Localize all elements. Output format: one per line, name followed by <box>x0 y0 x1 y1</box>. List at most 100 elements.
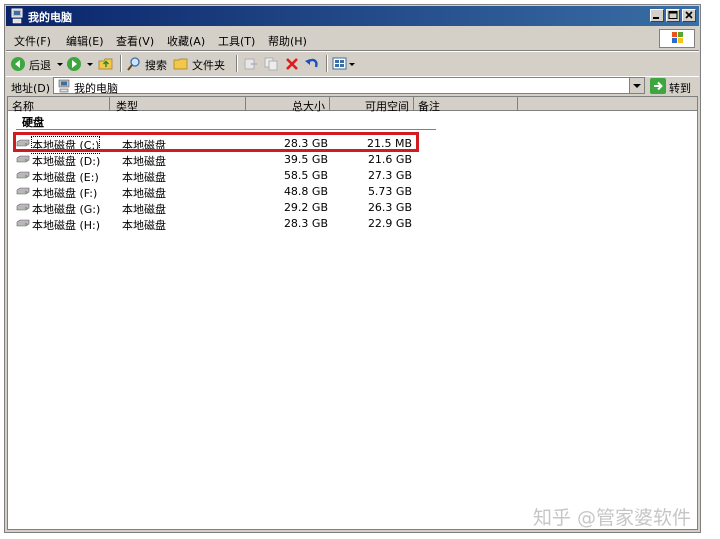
column-header-type[interactable]: 类型 <box>110 97 246 113</box>
move-to-icon[interactable] <box>243 56 259 72</box>
close-button[interactable] <box>682 9 696 22</box>
undo-icon[interactable] <box>304 56 320 72</box>
menu-view[interactable]: 查看(V) <box>116 33 154 49</box>
drive-type: 本地磁盘 <box>122 171 166 184</box>
hard-drive-icon <box>16 219 30 227</box>
column-header-name[interactable]: 名称 <box>8 97 110 113</box>
toolbar: 后退 搜索 文件夹 <box>6 51 699 77</box>
hard-drive-icon <box>16 155 30 163</box>
address-value: 我的电脑 <box>74 82 118 95</box>
window-title: 我的电脑 <box>28 11 72 24</box>
drive-total-size: 29.2 GB <box>283 201 328 214</box>
hard-drive-icon <box>16 171 30 179</box>
drive-type: 本地磁盘 <box>122 203 166 216</box>
column-name-label: 名称 <box>12 100 34 113</box>
folders-label: 文件夹 <box>192 59 225 72</box>
column-type-label: 类型 <box>116 100 138 113</box>
folders-icon <box>173 58 188 70</box>
back-dropdown-icon[interactable] <box>56 56 64 72</box>
delete-icon[interactable] <box>284 56 300 72</box>
hard-drive-icon <box>16 139 30 147</box>
copy-to-icon[interactable] <box>263 56 279 72</box>
windows-flag-icon <box>672 32 683 43</box>
menu-bar: 文件(F) 编辑(E) 查看(V) 收藏(A) 工具(T) 帮助(H) <box>6 28 699 51</box>
title-bar[interactable]: 我的电脑 <box>6 6 699 26</box>
forward-button[interactable] <box>66 56 86 72</box>
back-label: 后退 <box>29 59 51 72</box>
drive-type: 本地磁盘 <box>122 155 166 168</box>
table-row[interactable]: 本地磁盘 (E:) 本地磁盘 58.5 GB 27.3 GB <box>12 168 432 184</box>
search-icon <box>127 57 140 71</box>
drive-name: 本地磁盘 (G:) <box>32 203 101 216</box>
column-total-label: 总大小 <box>292 100 325 113</box>
hard-drive-icon <box>16 187 30 195</box>
drive-type: 本地磁盘 <box>122 187 166 200</box>
explorer-window: 我的电脑 文件(F) 编辑(E) 查看(V) 收藏(A) 工具(T) 帮助(H) <box>4 4 701 533</box>
close-icon <box>685 11 693 19</box>
minimize-icon <box>653 17 659 19</box>
go-label: 转到 <box>669 82 691 95</box>
drive-name: 本地磁盘 (D:) <box>32 155 101 168</box>
go-arrow-icon <box>650 78 666 94</box>
address-label: 地址(D) <box>11 82 51 95</box>
folders-button[interactable]: 文件夹 <box>173 56 231 72</box>
menu-tools[interactable]: 工具(T) <box>218 33 255 49</box>
drive-free-space: 21.6 GB <box>367 153 412 166</box>
search-label: 搜索 <box>145 59 167 72</box>
hard-drive-icon <box>16 203 30 211</box>
table-row[interactable]: 本地磁盘 (D:) 本地磁盘 39.5 GB 21.6 GB <box>12 152 432 168</box>
drive-name: 本地磁盘 (H:) <box>32 219 101 232</box>
back-button[interactable]: 后退 <box>10 56 60 72</box>
go-button[interactable]: 转到 <box>649 78 699 95</box>
search-button[interactable]: 搜索 <box>126 56 172 72</box>
address-bar: 地址(D) 我的电脑 转到 <box>6 76 699 96</box>
group-divider <box>16 129 436 130</box>
column-header-comments[interactable]: 备注 <box>414 97 518 113</box>
column-header-free-space[interactable]: 可用空间 <box>330 97 414 113</box>
maximize-button[interactable] <box>666 9 680 22</box>
windows-logo <box>659 29 695 48</box>
menu-edit[interactable]: 编辑(E) <box>66 33 104 49</box>
column-header-total-size[interactable]: 总大小 <box>246 97 330 113</box>
drive-total-size: 39.5 GB <box>283 153 328 166</box>
address-dropdown[interactable] <box>629 78 644 93</box>
forward-arrow-icon <box>67 57 81 71</box>
file-list: 名称 类型 总大小 可用空间 备注 硬盘 本地磁盘 (C:) 本地磁盘 28.3 G… <box>7 96 698 530</box>
drive-free-space: 22.9 GB <box>367 217 412 230</box>
watermark-text: 知乎 @管家婆软件 <box>533 507 692 529</box>
drive-total-size: 58.5 GB <box>283 169 328 182</box>
table-row[interactable]: 本地磁盘 (H:) 本地磁盘 28.3 GB 22.9 GB <box>12 216 432 232</box>
drive-total-size: 28.3 GB <box>283 217 328 230</box>
drive-name: 本地磁盘 (E:) <box>32 171 99 184</box>
drive-name: 本地磁盘 (F:) <box>32 187 98 200</box>
column-comments-label: 备注 <box>418 100 440 113</box>
drive-free-space: 21.5 MB <box>366 137 412 150</box>
views-dropdown-icon[interactable] <box>348 56 356 72</box>
menu-favorites[interactable]: 收藏(A) <box>167 33 205 49</box>
chevron-down-icon <box>633 84 641 88</box>
drive-name: 本地磁盘 (C:) <box>30 136 101 154</box>
table-row[interactable]: 本地磁盘 (C:) 本地磁盘 28.3 GB 21.5 MB <box>12 136 432 154</box>
minimize-button[interactable] <box>650 9 664 22</box>
forward-dropdown-icon[interactable] <box>86 56 94 72</box>
drive-free-space: 5.73 GB <box>367 185 412 198</box>
menu-help[interactable]: 帮助(H) <box>268 33 307 49</box>
drive-free-space: 26.3 GB <box>367 201 412 214</box>
table-row[interactable]: 本地磁盘 (G:) 本地磁盘 29.2 GB 26.3 GB <box>12 200 432 216</box>
group-header-hard-drives: 硬盘 <box>22 116 44 129</box>
drive-type: 本地磁盘 <box>122 219 166 232</box>
back-arrow-icon <box>11 57 25 71</box>
address-input[interactable]: 我的电脑 <box>53 77 645 95</box>
menu-file[interactable]: 文件(F) <box>14 33 51 49</box>
up-folder-icon <box>98 58 113 70</box>
drive-free-space: 27.3 GB <box>367 169 412 182</box>
my-computer-icon <box>11 8 23 24</box>
views-icon[interactable] <box>332 56 348 72</box>
up-button[interactable] <box>98 56 116 72</box>
maximize-icon <box>668 11 678 19</box>
my-computer-icon <box>58 79 70 93</box>
drive-total-size: 48.8 GB <box>283 185 328 198</box>
table-row[interactable]: 本地磁盘 (F:) 本地磁盘 48.8 GB 5.73 GB <box>12 184 432 200</box>
column-header-blank <box>518 97 697 111</box>
column-free-label: 可用空间 <box>365 100 409 113</box>
